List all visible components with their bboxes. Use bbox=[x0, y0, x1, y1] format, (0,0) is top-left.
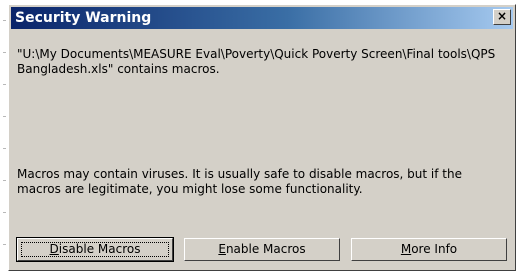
enable-macros-button[interactable]: Enable Macros bbox=[184, 238, 340, 261]
security-warning-dialog: Security Warning × "U:\My Documents\MEAS… bbox=[8, 4, 516, 271]
focus-rectangle bbox=[21, 242, 169, 257]
close-button[interactable]: × bbox=[493, 9, 511, 25]
macro-file-message: "U:\My Documents\MEASURE Eval\Poverty\Qu… bbox=[17, 47, 496, 76]
dialog-title: Security Warning bbox=[15, 10, 152, 26]
ruler-tick bbox=[3, 52, 6, 53]
button-label: nable Macros bbox=[225, 242, 306, 256]
disable-macros-button[interactable]: Disable Macros bbox=[16, 237, 174, 262]
button-mnemonic: E bbox=[218, 242, 226, 256]
more-info-button[interactable]: More Info bbox=[351, 238, 507, 261]
button-mnemonic: M bbox=[400, 242, 412, 256]
ruler-tick bbox=[3, 180, 6, 181]
background-window-edge bbox=[0, 0, 8, 273]
title-bar[interactable]: Security Warning × bbox=[11, 7, 513, 29]
ruler-tick bbox=[3, 212, 6, 213]
ruler-tick bbox=[3, 20, 6, 21]
virus-warning-message: Macros may contain viruses. It is usuall… bbox=[17, 167, 462, 196]
ruler-tick bbox=[3, 148, 6, 149]
ruler-tick bbox=[3, 116, 6, 117]
ruler-tick bbox=[3, 244, 6, 245]
button-label: ore Info bbox=[411, 242, 458, 256]
close-icon: × bbox=[496, 9, 508, 23]
ruler-tick bbox=[3, 84, 6, 85]
